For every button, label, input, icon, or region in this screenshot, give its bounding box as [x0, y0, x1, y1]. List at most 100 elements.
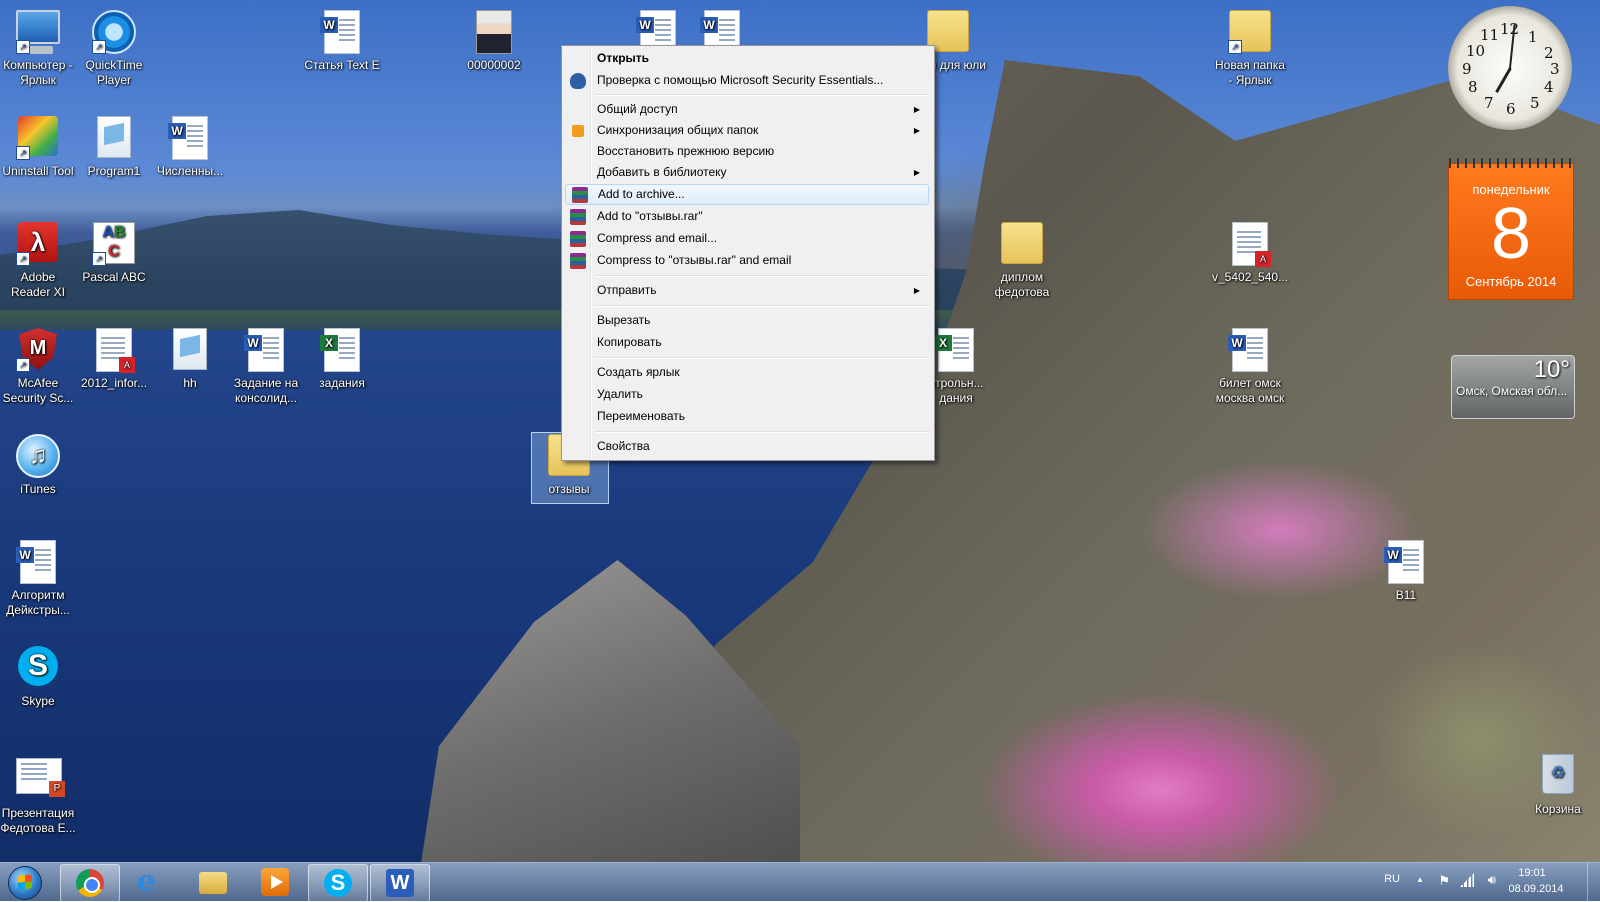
menu-item-add-to-rar[interactable]: Add to "отзывы.rar" — [564, 206, 930, 227]
icon-label: Численны... — [156, 164, 224, 178]
action-center-flag-icon[interactable]: ⚑ — [1438, 873, 1450, 889]
desktop-icon-program1[interactable]: Program1 — [76, 116, 152, 179]
menu-item-compress-email[interactable]: Compress and email... — [564, 228, 930, 249]
weather-temperature: 10° — [1533, 356, 1570, 383]
security-essentials-icon — [570, 73, 586, 89]
desktop-icon-uninstall[interactable]: ↗ Uninstall Tool — [0, 116, 76, 179]
shortcut-arrow-icon: ↗ — [92, 40, 106, 54]
menu-item-sync[interactable]: Синхронизация общих папок ▶ — [564, 120, 930, 141]
clock-number: 4 — [1544, 78, 1554, 96]
menu-item-scan-mse[interactable]: Проверка с помощью Microsoft Security Es… — [564, 70, 930, 91]
start-button[interactable] — [2, 864, 48, 900]
desktop-icon-diplom[interactable]: диплом федотова — [984, 222, 1060, 300]
desktop-icon-novaya-papka[interactable]: ↗ Новая папка - Ярлык — [1212, 10, 1288, 88]
shortcut-arrow-icon: ↗ — [16, 40, 30, 54]
desktop-icon-zadaniya[interactable]: X задания — [304, 328, 380, 391]
winrar-icon — [570, 253, 586, 269]
menu-item-restore-version[interactable]: Восстановить прежнюю версию — [564, 141, 930, 162]
program-file-icon — [168, 328, 212, 372]
show-hidden-icons-button[interactable]: ▲ — [1416, 875, 1424, 884]
desktop-icon-korzina[interactable]: ♻ Корзина — [1520, 752, 1596, 817]
taskbar-file-explorer[interactable] — [184, 864, 242, 900]
desktop-icon-statya[interactable]: W Статья Text E — [304, 10, 380, 73]
menu-item-cut[interactable]: Вырезать — [564, 310, 930, 331]
icon-label: Алгоритм Дейкстры... — [6, 588, 70, 617]
taskbar-internet-explorer[interactable]: e — [122, 864, 180, 900]
menu-item-add-to-library[interactable]: Добавить в библиотеку ▶ — [564, 162, 930, 183]
menu-item-open[interactable]: Открыть — [564, 48, 930, 69]
desktop-icon-zadanie[interactable]: W Задание на консолид... — [228, 328, 304, 406]
clock-number: 12 — [1500, 20, 1520, 38]
photo-thumbnail-icon — [472, 10, 516, 54]
clock-number: 3 — [1550, 60, 1560, 78]
pdf-document-icon: A — [1228, 222, 1272, 267]
word-document-icon: W — [168, 116, 212, 160]
clock-date[interactable]: 08.09.2014 — [1500, 883, 1572, 895]
submenu-arrow-icon: ▶ — [913, 105, 920, 114]
menu-item-copy[interactable]: Копировать — [564, 332, 930, 353]
desktop-icon-pdf5402[interactable]: A v_5402_540... — [1212, 222, 1288, 285]
menu-separator — [595, 357, 930, 359]
menu-item-label: Удалить — [597, 387, 643, 401]
clock-gadget[interactable]: 12 1 2 3 4 5 6 7 8 9 10 11 — [1448, 6, 1572, 130]
taskbar-skype[interactable]: S — [308, 864, 368, 902]
pascal-abc-icon: AB C ↗ — [92, 222, 136, 266]
show-desktop-button[interactable] — [1587, 863, 1600, 901]
menu-item-delete[interactable]: Удалить — [564, 384, 930, 405]
desktop-icon-algoritm[interactable]: W Алгоритм Дейкстры... — [0, 540, 76, 618]
desktop-icon-pascal[interactable]: AB C ↗ Pascal ABC — [76, 222, 152, 285]
menu-item-label: Общий доступ — [597, 102, 678, 116]
icon-label: hh — [183, 376, 197, 390]
menu-item-share[interactable]: Общий доступ ▶ — [564, 99, 930, 120]
desktop-icon-skype[interactable]: S Skype — [0, 646, 76, 709]
desktop[interactable]: ↗ Компьютер - Ярлык ↗ QuickTime Player W… — [0, 0, 1600, 862]
taskbar-word[interactable]: W — [370, 864, 430, 902]
icon-label: iTunes — [20, 482, 56, 496]
menu-item-properties[interactable]: Свойства — [564, 436, 930, 457]
pdf-document-icon: A — [92, 328, 136, 373]
folder-icon — [199, 872, 227, 894]
desktop-icon-hh[interactable]: hh — [152, 328, 228, 391]
computer-icon: ↗ — [16, 10, 60, 54]
icon-label: Skype — [21, 694, 55, 708]
icon-label: 2012_infor... — [80, 376, 148, 390]
clock-number: 8 — [1468, 78, 1478, 96]
network-signal-icon[interactable] — [1460, 873, 1474, 887]
menu-item-create-shortcut[interactable]: Создать ярлык — [564, 362, 930, 383]
icon-label: Новая папка - Ярлык — [1215, 58, 1285, 87]
taskbar-chrome[interactable] — [60, 864, 120, 902]
icon-label: Uninstall Tool — [2, 164, 74, 178]
volume-icon[interactable]: 🔊︎ — [1488, 872, 1496, 888]
desktop-icon-b11[interactable]: W B11 — [1368, 540, 1444, 603]
menu-separator — [595, 431, 930, 433]
menu-separator — [595, 94, 930, 96]
taskbar-media-player[interactable] — [246, 864, 304, 900]
desktop-icon-prezentaciya[interactable]: P Презентация Федотова Е... — [0, 752, 76, 836]
menu-item-label: Синхронизация общих папок — [597, 123, 759, 137]
icon-label: v_5402_540... — [1212, 270, 1289, 284]
menu-item-compress-rar-email[interactable]: Compress to "отзывы.rar" and email — [564, 250, 930, 271]
icon-label: Статья Text E — [304, 58, 380, 72]
clock-time[interactable]: 19:01 — [1506, 867, 1558, 879]
icon-label: 00000002 — [467, 58, 521, 72]
language-indicator[interactable]: RU — [1384, 873, 1400, 885]
desktop-icon-bilet[interactable]: W билет омск москва омск — [1212, 328, 1288, 406]
calendar-gadget[interactable]: понедельник 8 Сентябрь 2014 — [1448, 158, 1574, 300]
menu-item-rename[interactable]: Переименовать — [564, 406, 930, 427]
desktop-icon-adobe[interactable]: λ ↗ Adobe Reader XI — [0, 222, 76, 300]
menu-item-send-to[interactable]: Отправить ▶ — [564, 280, 930, 301]
desktop-icon-quicktime[interactable]: ↗ QuickTime Player — [76, 10, 152, 88]
desktop-icon-computer[interactable]: ↗ Компьютер - Ярлык — [0, 10, 76, 88]
menu-item-label: Создать ярлык — [597, 365, 680, 379]
desktop-icon-photo[interactable]: 00000002 — [456, 10, 532, 73]
desktop-icon-chislennye[interactable]: W Численны... — [152, 116, 228, 179]
clock-number: 5 — [1530, 94, 1540, 112]
weather-gadget[interactable]: 10° Омск, Омская обл... — [1451, 355, 1575, 419]
desktop-icon-2012-info[interactable]: A 2012_infor... — [76, 328, 152, 391]
folder-icon: ↗ — [1228, 10, 1272, 54]
menu-item-add-to-archive[interactable]: Add to archive... — [565, 184, 929, 205]
desktop-icon-mcafee[interactable]: M ↗ McAfee Security Sc... — [0, 328, 76, 406]
mcafee-shield-icon: M ↗ — [16, 328, 60, 372]
icon-label: QuickTime Player — [85, 58, 143, 87]
desktop-icon-itunes[interactable]: ♫ iTunes — [0, 434, 76, 497]
